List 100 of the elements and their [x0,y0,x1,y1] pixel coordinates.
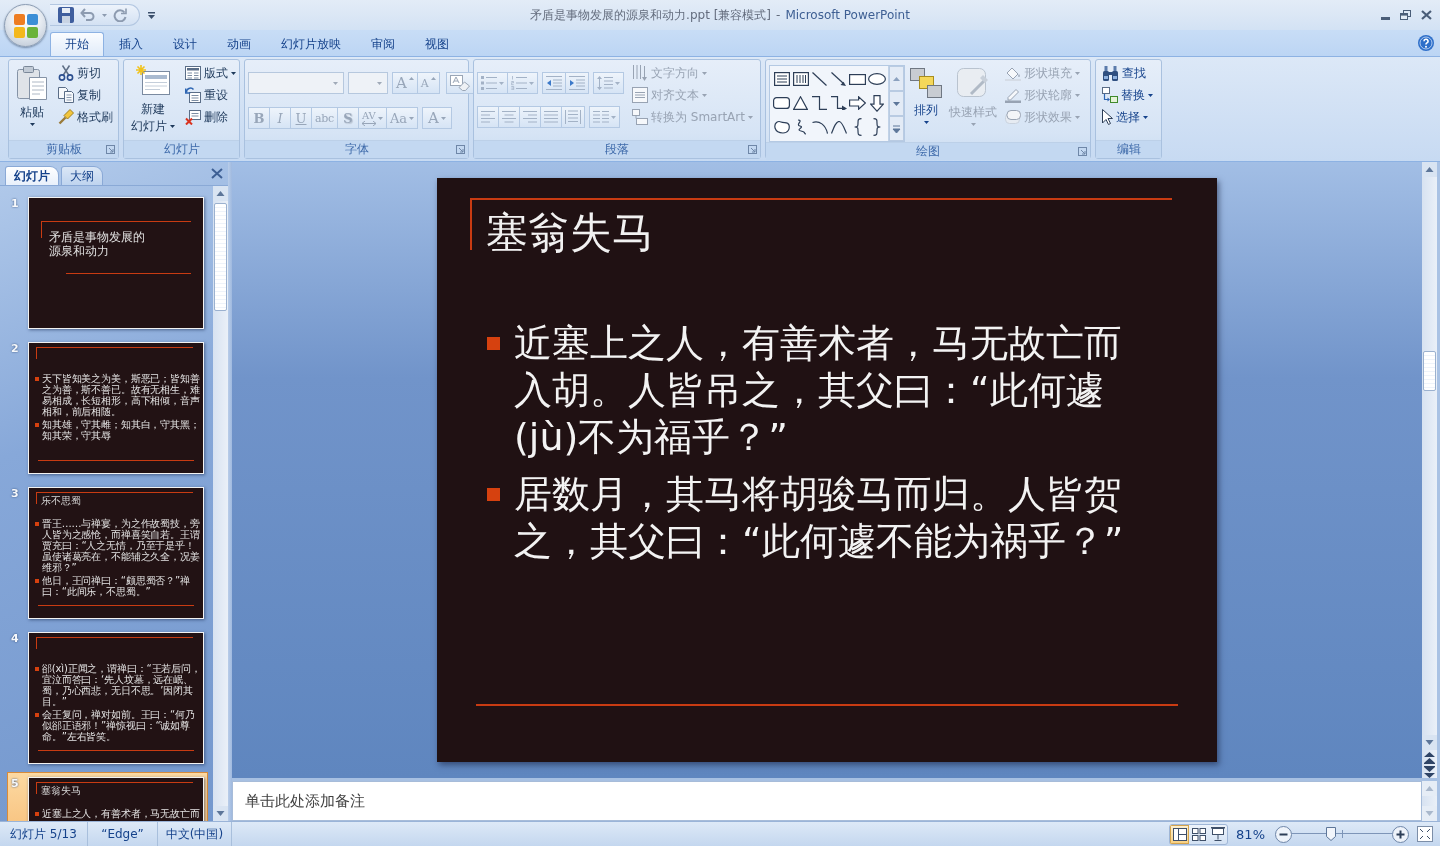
copy-button[interactable]: 复制 [55,84,116,106]
pane-tab[interactable]: 幻灯片 [5,166,59,185]
zoom-in-icon[interactable] [1392,825,1409,843]
slide-list-item[interactable]: 2 天下皆知美之为美，斯恶已；皆知善之为善，斯不善已。故有无相生，难易相成，长短相形，高下相倾，音声相和，前后相随。 知其雄，守其雌；知其白，守其黑；知其荣，守其辱 [7,337,208,479]
scroll-up-icon[interactable] [213,186,228,201]
normal-view-button[interactable] [1170,824,1190,844]
freeform-shape-icon[interactable] [773,120,790,134]
scrollbar-thumb[interactable] [214,203,227,311]
binoculars-icon [1102,65,1119,81]
delete-slide-button[interactable]: 删除 [182,106,239,128]
minimize-icon[interactable] [1381,16,1390,20]
slide-list-item[interactable]: 3 乐不思蜀 晋王……与禅宴，为之作故蜀技，旁人皆为之感怆，而禅喜笑自若。王谓贾充曰：“人之无情，乃至于是乎！虽使诸葛亮在，不能辅之久全，况姜维邪？” 他日，王问禅曰：“颇思蜀否？”禅曰：“此间乐，不思蜀。” [7,482,208,624]
group-label: 绘图 [916,143,940,160]
caret-icon [377,81,382,85]
scrollbar-thumb[interactable] [1423,351,1436,391]
zoom-level[interactable]: 81% [1236,826,1265,842]
slide-title: 乐不思蜀 [41,495,82,507]
replace-button[interactable]: 替换 [1099,84,1156,106]
ribbon-tab[interactable]: 视图 [410,32,464,56]
bullet-text: 知其雄，守其雌；知其白，守其黑；知其荣，守其辱 [42,419,201,441]
down-arrow-shape-icon[interactable] [869,94,884,112]
align-left-icon [481,111,495,123]
dialog-launcher-icon[interactable] [106,145,115,154]
slide-list-item[interactable]: 4 郤(xì)正闻之，谓禅曰：“王若后问，宜泣而答曰：‘先人坟墓，远在岷、蜀，乃心西悲，无日不思。’因闭其目。” 会王复问，禅对如前。王曰：“何乃似郤正语邪！”禅惊视曰：“诚如尊命。”左右皆笑。 [7,627,208,769]
reset-button[interactable]: 重设 [182,84,239,106]
arrow-shape-icon[interactable] [831,72,846,86]
restore-icon[interactable] [1400,10,1411,20]
zoom-slider-thumb[interactable] [1326,827,1336,841]
curve-shape-icon[interactable] [830,120,847,134]
slide-number: 2 [10,342,20,357]
redo-icon[interactable] [113,8,127,22]
right-brace-shape-icon[interactable] [872,118,881,136]
app-name: Microsoft PowerPoint [785,8,910,22]
notes-field[interactable]: 单击此处添加备注 [232,781,1422,821]
bullet-icon [35,522,39,526]
expand-gallery-icon[interactable] [889,116,904,141]
new-slide-button[interactable]: 新建 幻灯片 [127,62,179,140]
close-icon[interactable] [1421,10,1432,20]
pane-tab[interactable]: 大纲 [61,166,103,185]
previous-slide-icon[interactable] [1424,752,1435,764]
slide-title: 矛盾是事物发展的源泉和动力 [49,230,146,258]
caret-icon [1143,115,1148,119]
slide-title: 塞翁失马 [486,208,655,258]
cut-button[interactable]: 剪切 [55,62,116,84]
clear-formatting-icon [449,75,470,91]
bullet-icon [35,812,39,816]
fit-to-window-icon[interactable] [1417,826,1433,842]
select-button[interactable]: 选择 [1099,106,1156,128]
scroll-down-icon[interactable] [1422,735,1437,750]
slideshow-button[interactable] [1208,824,1228,844]
pencil-icon [1005,87,1021,103]
bullet-text: 居数月，其马将胡骏马而归。人皆贺之，其父曰：“此何遽不能为祸乎？” [514,471,1125,565]
ribbon-tab[interactable]: 插入 [104,32,158,56]
zoom-slider[interactable] [1292,827,1392,841]
slide-list-item[interactable]: 5 塞翁失马 近塞上之人，有善术者，马无故亡而 [7,772,208,821]
caret-icon [1075,71,1080,75]
caret-icon [499,81,504,85]
left-brace-shape-icon[interactable] [853,118,862,136]
customize-toolbar-icon[interactable] [148,11,155,19]
line-shape-icon[interactable] [812,72,827,86]
save-icon[interactable] [58,7,74,23]
undo-icon[interactable] [80,8,96,22]
elbow-connector-shape-icon[interactable] [812,96,827,110]
vertical-text-box-shape-icon[interactable] [792,72,809,86]
zoom-out-icon[interactable] [1275,825,1292,843]
dialog-launcher-icon[interactable] [1078,147,1087,156]
slideshow-icon [1210,827,1225,841]
find-button[interactable]: 查找 [1099,62,1156,84]
group-label: 剪贴板 [45,141,82,158]
oval-shape-icon[interactable] [867,73,886,85]
ribbon-tab[interactable]: 设计 [158,32,212,56]
bullets-icon [481,76,497,90]
ribbon-tab[interactable]: 审阅 [356,32,410,56]
right-arrow-shape-icon[interactable] [849,96,866,110]
ribbon-tab[interactable]: 幻灯片放映 [266,32,356,56]
help-icon[interactable] [1418,35,1434,51]
ribbon-tab[interactable]: 开始 [50,32,104,56]
close-icon[interactable] [211,168,223,179]
text-box-shape-icon[interactable] [773,72,790,86]
caret-icon [333,81,338,85]
ribbon-tab[interactable]: 动画 [212,32,266,56]
caret-icon [702,93,707,97]
slide-list-item[interactable]: 1 矛盾是事物发展的源泉和动力 [7,192,208,334]
triangle-shape-icon[interactable] [793,96,808,110]
arrange-button[interactable]: 排列 [908,62,944,142]
bullet-icon [487,488,500,501]
caret-icon[interactable] [102,13,107,17]
layout-button[interactable]: 版式 [182,62,239,84]
line-spacing-icon [597,76,613,90]
scroll-down-icon[interactable] [213,806,228,821]
next-slide-icon[interactable] [1424,766,1435,778]
scroll-down-icon[interactable] [889,91,904,116]
format-painter-button[interactable]: 格式刷 [55,106,116,128]
rectangle-shape-icon[interactable] [849,73,866,85]
rounded-rectangle-shape-icon[interactable] [773,97,790,109]
arc-shape-icon[interactable] [811,120,828,134]
scroll-up-icon[interactable] [1422,162,1437,177]
layout-icon [185,66,201,80]
paste-button[interactable]: 粘贴 [12,62,52,140]
elbow-arrow-shape-icon[interactable] [830,96,847,110]
